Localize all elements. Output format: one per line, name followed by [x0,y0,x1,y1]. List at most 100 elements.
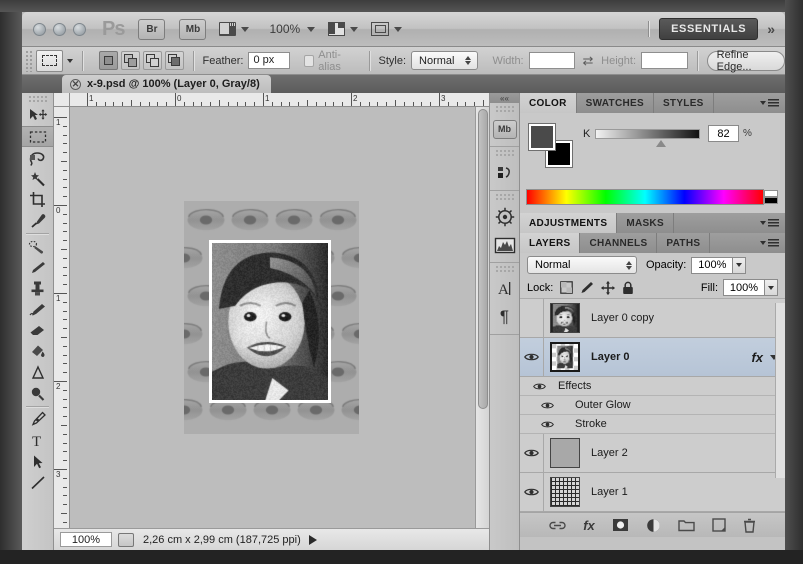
fill-slider-button[interactable] [765,279,778,296]
blend-mode-select[interactable]: Normal [527,256,637,274]
height-input[interactable] [641,52,688,69]
sidebar-item-lasso-tool[interactable] [22,147,53,168]
selection-mode-group[interactable] [99,51,184,70]
minimize-window-button[interactable] [53,23,66,36]
workspace-essentials-button[interactable]: ESSENTIALS [659,18,758,40]
rail-grip-1[interactable] [495,105,514,113]
effects-visibility-toggle[interactable] [520,382,558,391]
rail-grip-4[interactable] [495,265,514,273]
tab-swatches[interactable]: SWATCHES [577,93,654,113]
layer-visibility-toggle-4[interactable] [520,473,544,512]
current-tool-preset-picker[interactable] [36,50,63,72]
feather-input[interactable]: 0 px [248,52,290,69]
layer-visibility-toggle-3[interactable] [520,434,544,473]
fill-input[interactable]: 100% [723,279,765,296]
channel-k-slider-thumb[interactable] [656,140,666,147]
window-controls[interactable] [33,23,86,36]
zoom-window-button[interactable] [73,23,86,36]
sidebar-item-move-tool[interactable] [22,105,53,126]
canvas-viewport[interactable] [70,107,489,528]
rail-item-history[interactable] [490,159,519,187]
document-info-icon[interactable] [118,533,134,547]
horizontal-ruler[interactable]: 10123 [70,93,489,107]
mini-bridge-button[interactable]: Mb [179,19,206,40]
foreground-color-swatch[interactable] [529,124,555,150]
rail-grip-3[interactable] [495,193,514,201]
channel-k-input[interactable]: 82 [708,125,739,142]
rail-item-histogram[interactable] [490,231,519,259]
layers-panel-menu-button[interactable] [760,233,785,253]
table-row-selected[interactable]: Layer 0 fx [520,338,785,377]
layer-style-fx-icon[interactable]: fx [583,518,595,533]
list-item-effects[interactable]: Effects [520,377,785,396]
layer-visibility-toggle[interactable] [520,299,544,338]
document-tab[interactable]: ✕ x-9.psd @ 100% (Layer 0, Gray/8) [62,75,271,93]
vertical-ruler[interactable]: 101234 [54,107,70,528]
list-item-outer-glow[interactable]: Outer Glow [520,396,785,415]
rail-item-mini-bridge[interactable]: Mb [490,115,519,143]
tab-adjustments[interactable]: ADJUSTMENTS [520,213,617,233]
rail-item-navigator[interactable] [490,203,519,231]
close-icon[interactable]: ✕ [70,79,81,90]
layer-visibility-toggle-2[interactable] [520,338,544,377]
rail-grip-2[interactable] [495,149,514,157]
sidebar-item-brush-tool[interactable] [22,257,53,278]
opacity-input[interactable]: 100% [691,257,733,274]
new-layer-icon[interactable] [712,518,726,532]
document-image[interactable] [184,201,359,434]
canvas-vertical-scrollbar[interactable] [475,107,489,528]
sidebar-item-healing-brush-tool[interactable] [22,236,53,257]
outer-glow-visibility-toggle[interactable] [520,401,575,410]
tab-masks[interactable]: MASKS [617,213,674,233]
sidebar-item-clone-stamp-tool[interactable] [22,278,53,299]
list-item-stroke[interactable]: Stroke [520,415,785,434]
view-extras-button[interactable] [219,22,249,36]
opacity-slider-button[interactable] [733,257,746,274]
rail-item-character[interactable]: A [490,275,519,303]
canvas-vertical-scroll-thumb[interactable] [478,109,488,409]
color-panel-menu-button[interactable] [760,93,785,113]
add-to-selection-button[interactable] [121,51,140,70]
status-zoom-input[interactable]: 100% [60,532,112,547]
close-window-button[interactable] [33,23,46,36]
stroke-visibility-toggle[interactable] [520,420,575,429]
tab-color[interactable]: COLOR [520,93,577,113]
rail-item-paragraph[interactable]: ¶ [490,303,519,331]
sidebar-item-line-tool[interactable] [22,472,53,493]
add-layer-mask-icon[interactable] [612,518,629,532]
channel-k-slider-track[interactable] [595,129,700,139]
sidebar-item-eyedropper-tool[interactable] [22,210,53,231]
table-row-3[interactable]: Layer 2 [520,434,785,473]
sidebar-item-blur-tool[interactable] [22,362,53,383]
tab-layers[interactable]: LAYERS [520,233,580,253]
tools-panel-grip[interactable] [28,95,47,104]
sidebar-item-rectangular-marquee-tool[interactable] [22,126,53,147]
tab-channels[interactable]: CHANNELS [580,233,657,253]
zoom-level-label[interactable]: 100% [269,22,300,36]
subtract-from-selection-button[interactable] [143,51,162,70]
zoom-chevron-down-icon[interactable] [307,27,315,32]
sidebar-item-eraser-tool[interactable] [22,320,53,341]
layer-effects-fx-icon[interactable]: fx [751,350,763,365]
sidebar-item-dodge-tool[interactable] [22,383,53,404]
arrange-documents-button[interactable] [328,22,358,36]
expand-panels-button[interactable]: «« [490,93,519,103]
options-bar-grip[interactable] [25,50,32,72]
intersect-with-selection-button[interactable] [165,51,184,70]
link-layers-icon[interactable] [549,520,566,531]
table-row[interactable]: Layer 0 copy [520,299,785,338]
status-menu-arrow-icon[interactable] [309,535,317,545]
lock-buttons-group[interactable] [560,281,634,295]
style-select[interactable]: Normal [411,51,478,70]
tab-paths[interactable]: PATHS [657,233,710,253]
sidebar-item-path-selection-tool[interactable] [22,451,53,472]
table-row-4[interactable]: Layer 1 [520,473,785,512]
sidebar-item-history-brush-tool[interactable] [22,299,53,320]
swap-width-height-icon[interactable]: ⇄ [582,55,594,67]
new-adjustment-layer-icon[interactable] [646,518,661,533]
sidebar-item-crop-tool[interactable] [22,189,53,210]
sidebar-item-type-tool[interactable]: T [22,430,53,451]
launch-bridge-button[interactable]: Br [138,19,165,40]
screen-mode-button[interactable] [371,22,402,36]
new-selection-button[interactable] [99,51,118,70]
